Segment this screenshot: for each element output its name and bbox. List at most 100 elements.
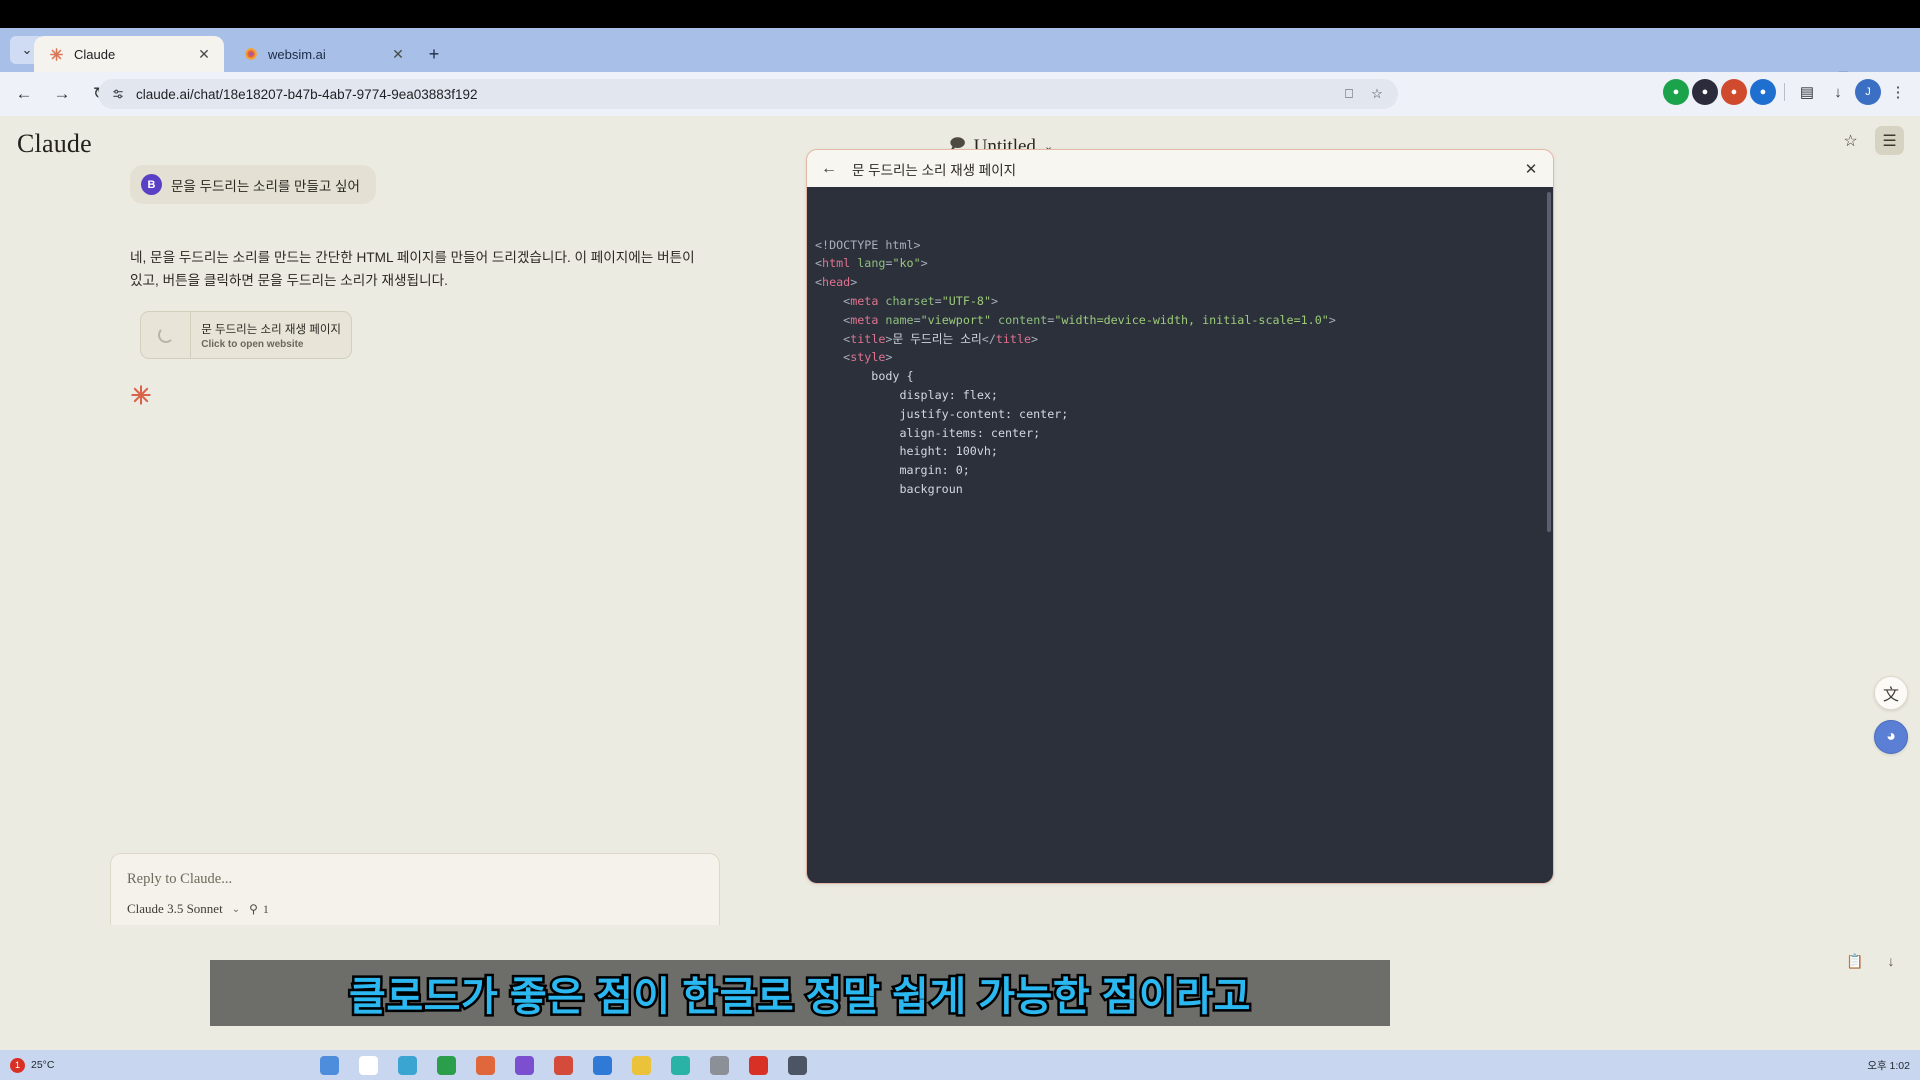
chat-column: B 문을 두드리는 소리를 만들고 싶어 네, 문을 두드리는 소리를 만드는 … [0,160,806,1080]
model-selector[interactable]: Claude 3.5 Sonnet [127,901,223,917]
page-title: Claude [17,129,92,158]
loading-spinner-icon [157,327,174,343]
close-icon[interactable]: ✕ [194,44,214,64]
forward-icon[interactable]: → [46,78,78,110]
install-app-icon[interactable]: ⎕ [1338,83,1360,105]
extensions-area: ● ● ● ● ▤ ↓ J ⋮ [1663,78,1912,106]
app-icon-2[interactable] [359,1055,378,1075]
screen: ⌄ Claude ✕ websim.ai ✕ + ← → claude.ai/c… [0,0,1920,1080]
code-line: display: flex; [815,387,998,402]
extension-red-icon[interactable]: ● [1721,79,1747,105]
extension-dark-icon[interactable]: ● [1692,79,1718,105]
artifact-bottom-actions: 📋 ↓ [1844,950,1902,972]
artifact-thumbnail [141,312,192,358]
browser-tab-claude[interactable]: Claude ✕ [34,36,224,72]
more-menu-icon[interactable]: ⋮ [1884,78,1912,106]
composer-footer: Claude 3.5 Sonnet ⌄ ⚲ 1 [127,901,269,917]
assistant-message: 네, 문을 두드리는 소리를 만드는 간단한 HTML 페이지를 만들어 드리겠… [130,250,695,288]
extension-green-icon[interactable]: ● [1663,79,1689,105]
attachment-indicator[interactable]: ⚲ 1 [249,902,269,917]
browser-tab-websim[interactable]: websim.ai ✕ [228,36,418,72]
app-icon-9[interactable] [632,1055,651,1075]
code-line: backgroun [815,481,963,496]
panel-toggle-icon[interactable]: ☰ [1875,126,1904,155]
temperature-label: 25°C [31,1059,55,1071]
claude-asterisk-icon [48,46,65,63]
code-line: <style> [843,350,893,365]
window-top-strip [0,0,1920,28]
app-icon-10[interactable] [671,1055,690,1075]
address-bar[interactable]: claude.ai/chat/18e18207-b47b-4ab7-9774-9… [98,79,1398,109]
translate-icon[interactable]: ▤ [1793,78,1821,106]
download-icon[interactable]: ↓ [1824,78,1852,106]
new-tab-button[interactable]: + [422,42,446,66]
websim-orb-icon [242,46,259,63]
app-icon-13[interactable] [788,1055,807,1075]
code-line: <meta name="viewport" content="width=dev… [843,312,1336,327]
attachment-count: 1 [262,901,269,916]
taskbar: 1 25°C 오후 1:02 [0,1050,1920,1080]
scrollbar[interactable] [1547,192,1551,532]
reply-input[interactable]: Reply to Claude... [127,871,232,888]
app-icon-3[interactable] [398,1055,417,1075]
bookmark-star-icon[interactable]: ☆ [1366,83,1388,105]
code-line: <html lang="ko"> [815,256,928,271]
artifact-card-text: 문 두드리는 소리 재생 페이지 Click to open website [191,312,351,358]
app-icon-5[interactable] [476,1055,495,1075]
translate-float-button[interactable]: 文 [1874,676,1908,710]
app-icon-7[interactable] [554,1055,573,1075]
composer[interactable]: Reply to Claude... Claude 3.5 Sonnet ⌄ ⚲… [110,853,720,925]
browser-toolbar: ← → ↻ claude.ai/chat/18e18207-b47b-4ab7-… [0,72,1920,116]
taskbar-clock[interactable]: 오후 1:02 [1867,1058,1910,1073]
copy-icon[interactable]: 📋 [1844,950,1866,972]
app-icon-12[interactable] [749,1055,768,1075]
code-line: height: 100vh; [815,444,998,459]
site-settings-icon[interactable] [110,86,126,102]
streaming-asterisk-icon [129,383,153,407]
artifact-panel: ← 문 두드리는 소리 재생 페이지 ✕ <!DOCTYPE html> <htm… [806,149,1554,884]
taskbar-weather[interactable]: 1 25°C [10,1057,55,1073]
omnibox-actions: ⎕ ☆ [1338,83,1388,105]
code-line: <meta charset="UTF-8"> [843,293,999,308]
chevron-down-icon[interactable]: ⌄ [232,904,240,915]
download-icon[interactable]: ↓ [1880,950,1902,972]
user-message: B 문을 두드리는 소리를 만들고 싶어 [130,165,376,204]
user-message-text: 문을 두드리는 소리를 만들고 싶어 [171,178,360,194]
app-icon-4[interactable] [437,1055,456,1075]
artifact-panel-header: ← 문 두드리는 소리 재생 페이지 ✕ [807,150,1553,187]
code-line: body { [815,369,914,384]
url-text: claude.ai/chat/18e18207-b47b-4ab7-9774-9… [136,86,478,102]
extension-blue-icon[interactable]: ● [1750,79,1776,105]
chat-float-button[interactable]: ◕ [1874,720,1908,754]
back-icon[interactable]: ← [820,160,838,178]
back-icon[interactable]: ← [8,78,40,110]
artifact-code-view[interactable]: <!DOCTYPE html> <html lang="ko"> <head> <m… [807,187,1553,883]
code-line: <title>문 두드리는 소리</title> [843,331,1039,346]
tab-title: websim.ai [268,46,326,62]
app-icon-6[interactable] [515,1055,534,1075]
artifact-card-title: 문 두드리는 소리 재생 페이지 [201,323,341,336]
code-line: <!DOCTYPE html> [815,237,921,252]
code-line: <head> [815,275,858,290]
tab-title: Claude [74,46,116,62]
subtitle-text: 클로드가 좋은 점이 한글로 정말 쉽게 가능한 점이라고 [347,973,1253,1022]
avatar: B [141,174,162,195]
app-icon-8[interactable] [593,1055,612,1075]
close-icon[interactable]: ✕ [1522,160,1540,178]
code-lines: <!DOCTYPE html> <html lang="ko"> <head> <m… [815,236,1553,499]
artifact-panel-title: 문 두드리는 소리 재생 페이지 [852,162,1017,178]
attachment-icon: ⚲ [249,901,258,916]
close-icon[interactable]: ✕ [388,44,408,64]
code-line: margin: 0; [815,463,970,478]
divider [1784,83,1785,101]
app-icon-1[interactable] [320,1055,339,1075]
profile-icon[interactable]: J [1855,79,1881,105]
header-actions: ☆ ☰ [1836,126,1904,155]
claude-page: Claude 🗩 Untitled ⌄ ☆ ☰ B 문을 두드리는 소리를 만들… [0,116,1920,1080]
app-icon-11[interactable] [710,1055,729,1075]
artifact-preview-card[interactable]: 문 두드리는 소리 재생 페이지 Click to open website [140,311,352,359]
browser-tabstrip: ⌄ Claude ✕ websim.ai ✕ + [0,28,1920,86]
clock-text: 오후 1:02 [1867,1059,1910,1072]
notification-badge: 1 [10,1057,25,1073]
star-icon[interactable]: ☆ [1836,126,1865,155]
